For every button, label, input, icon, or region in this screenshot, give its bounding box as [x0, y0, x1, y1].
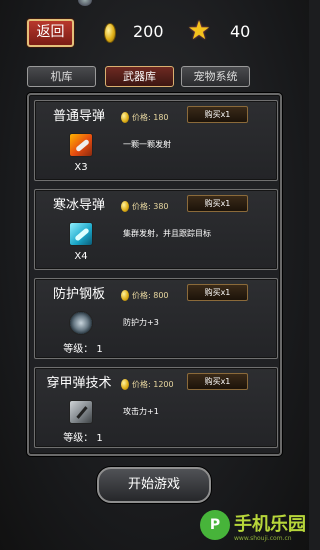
item-count: X4 — [74, 251, 88, 262]
item-name: 穿甲弹技术 — [46, 376, 112, 391]
back-button[interactable]: 返回 — [27, 19, 74, 47]
item-name: 寒冰导弹 — [52, 198, 105, 213]
buy-button[interactable]: 购买x1 — [187, 195, 248, 212]
watermark-url: www.shouji.com.cn — [234, 535, 292, 542]
armor-piercing-bullet-icon — [69, 400, 93, 424]
tab-pet-system[interactable]: 宠物系统 — [181, 66, 250, 87]
item-card: 防护钢板 等级： 1 价格: 800 购买x1 防护力+3 — [34, 278, 278, 359]
star-count: 40 — [230, 22, 251, 41]
item-name: 防护钢板 — [52, 287, 105, 302]
item-price: 价格: 1200 — [132, 380, 174, 389]
star-medal-icon: ★ — [187, 16, 211, 46]
missile-icon — [69, 133, 93, 157]
item-card: 普通导弹 X3 价格: 180 购买x1 一颗一颗发射 — [34, 100, 278, 181]
shield-plate-icon — [69, 311, 93, 335]
coin-icon — [121, 112, 129, 123]
top-bar: 返回 200 ★ 40 — [0, 0, 309, 62]
coin-icon — [121, 379, 129, 390]
item-price: 价格: 380 — [132, 202, 169, 211]
tab-hangar[interactable]: 机库 — [27, 66, 96, 87]
item-level: 等级： 1 — [63, 433, 103, 444]
item-description: 集群发射，并且跟踪目标 — [123, 229, 211, 238]
coin-count: 200 — [133, 22, 164, 41]
watermark-logo-icon: P — [200, 510, 230, 540]
item-description: 一颗一颗发射 — [123, 140, 171, 149]
top-ornament-icon — [78, 0, 92, 6]
coin-icon — [104, 23, 116, 43]
item-count: X3 — [74, 162, 88, 173]
watermark-text: 手机乐园 — [234, 514, 306, 535]
coin-icon — [121, 290, 129, 301]
item-name: 普通导弹 — [52, 109, 105, 124]
item-description: 防护力+3 — [123, 318, 159, 327]
buy-button[interactable]: 购买x1 — [187, 284, 248, 301]
armory-panel: 普通导弹 X3 价格: 180 购买x1 一颗一颗发射 寒冰导弹 X4 价格: … — [27, 93, 282, 456]
item-price: 价格: 180 — [132, 113, 169, 122]
buy-button[interactable]: 购买x1 — [187, 373, 248, 390]
item-card: 寒冰导弹 X4 价格: 380 购买x1 集群发射，并且跟踪目标 — [34, 189, 278, 270]
item-level: 等级： 1 — [63, 344, 103, 355]
item-card: 穿甲弹技术 等级： 1 价格: 1200 购买x1 攻击力+1 — [34, 367, 278, 448]
tab-armory[interactable]: 武器库 — [105, 66, 174, 87]
start-game-button[interactable]: 开始游戏 — [97, 467, 211, 503]
ice-missile-icon — [69, 222, 93, 246]
coin-icon — [121, 201, 129, 212]
buy-button[interactable]: 购买x1 — [187, 106, 248, 123]
item-description: 攻击力+1 — [123, 407, 159, 416]
site-watermark: P 手机乐园 www.shouji.com.cn — [200, 508, 308, 548]
item-price: 价格: 800 — [132, 291, 169, 300]
